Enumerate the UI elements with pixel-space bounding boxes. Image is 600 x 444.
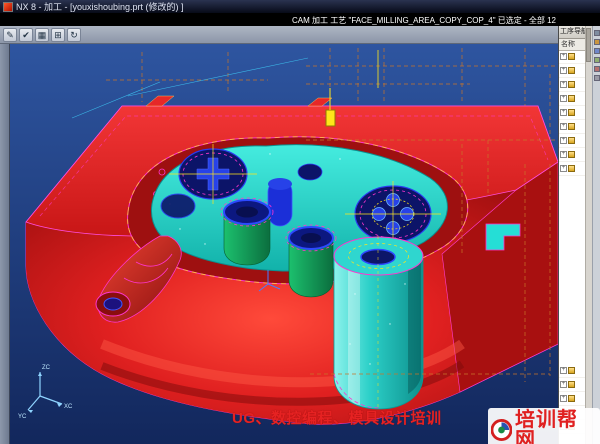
operation-icon — [568, 151, 575, 158]
operation-icon — [568, 109, 575, 116]
side-tab-icon-1[interactable] — [594, 30, 600, 36]
expander-icon[interactable]: + — [560, 381, 567, 388]
operation-icon — [568, 67, 575, 74]
navigator-row[interactable]: + — [559, 378, 586, 392]
expander-icon[interactable]: + — [560, 53, 567, 60]
triad-label-x: XC — [64, 404, 73, 410]
green-boss-2 — [286, 225, 336, 297]
left-toolbar-strip — [0, 44, 10, 444]
status-message: CAM 加工 工艺 "FACE_MILLING_AREA_COPY_COP_4"… — [292, 15, 556, 26]
navigator-row[interactable]: + — [559, 392, 586, 406]
navigator-row[interactable]: + — [559, 78, 586, 92]
green-boss-1 — [221, 198, 273, 265]
expander-icon[interactable]: + — [560, 81, 567, 88]
expander-icon[interactable]: + — [560, 137, 567, 144]
expander-icon[interactable]: + — [560, 67, 567, 74]
peixunbang-logo-icon — [491, 419, 512, 441]
nx-window: NX 8 - 加工 - [youxishoubing.prt (修改的) ] C… — [0, 0, 600, 444]
navigator-row[interactable]: + — [559, 120, 586, 134]
right-grip-cylinder — [334, 236, 423, 409]
expander-icon[interactable]: + — [560, 123, 567, 130]
expander-icon[interactable]: + — [560, 367, 567, 374]
operation-icon — [568, 81, 575, 88]
operation-icon — [568, 395, 575, 402]
navigator-top-rows: + + + + + + + + + — [559, 50, 586, 176]
title-bar: NX 8 - 加工 - [youxishoubing.prt (修改的) ] — [0, 0, 600, 13]
navigator-row[interactable]: + — [559, 50, 586, 64]
main-toolbar: ✎✔▦⊞↻ — [0, 26, 558, 44]
nx-logo-icon — [3, 2, 13, 12]
sketch-icon[interactable]: ✎ — [3, 28, 17, 42]
triad-label-y: YC — [18, 414, 27, 420]
check-icon[interactable]: ✔ — [19, 28, 33, 42]
operation-navigator-panel: 工序导航器 名称 +++++++++ +++++ — [558, 26, 592, 444]
operation-icon — [568, 381, 575, 388]
scrollbar-thumb[interactable] — [586, 28, 591, 62]
layers-icon[interactable]: ⊞ — [51, 28, 65, 42]
side-tab-icon-3[interactable] — [594, 48, 600, 54]
operation-icon — [568, 123, 575, 130]
expander-icon[interactable]: + — [560, 151, 567, 158]
expander-icon[interactable]: + — [560, 109, 567, 116]
side-tab-icon-6[interactable] — [594, 75, 600, 81]
operation-icon — [568, 95, 575, 102]
expander-icon[interactable]: + — [560, 165, 567, 172]
side-tab-icon-5[interactable] — [594, 66, 600, 72]
operation-icon — [568, 367, 575, 374]
right-strip — [592, 26, 600, 444]
navigator-row[interactable]: + — [559, 64, 586, 78]
navigator-row[interactable]: + — [559, 364, 586, 378]
status-message-bar: CAM 加工 工艺 "FACE_MILLING_AREA_COPY_COP_4"… — [0, 13, 600, 26]
navigator-row[interactable]: + — [559, 106, 586, 120]
refresh-icon[interactable]: ↻ — [67, 28, 81, 42]
side-tab-icon-2[interactable] — [594, 39, 600, 45]
expander-icon[interactable]: + — [560, 395, 567, 402]
watermark-text: UG、数控编程、模具设计培训 — [232, 407, 442, 428]
expander-icon[interactable]: + — [560, 95, 567, 102]
selected-feature-highlight — [326, 110, 335, 126]
operation-icon — [568, 165, 575, 172]
operation-icon — [568, 53, 575, 60]
side-tab-icon-4[interactable] — [594, 57, 600, 63]
navigator-row[interactable]: + — [559, 148, 586, 162]
operation-icon — [568, 137, 575, 144]
watermark-brand-text: 培训帮网 — [515, 410, 595, 444]
navigator-row[interactable]: + — [559, 134, 586, 148]
window-title: NX 8 - 加工 - [youxishoubing.prt (修改的) ] — [16, 0, 184, 13]
navigator-scrollbar[interactable] — [585, 26, 592, 444]
watermark-brand: 培训帮网 — [488, 408, 600, 444]
navigator-row[interactable]: + — [559, 162, 586, 176]
viewport-3d[interactable]: ZC XC YC — [10, 44, 558, 444]
grid-view-icon[interactable]: ▦ — [35, 28, 49, 42]
navigator-row[interactable]: + — [559, 92, 586, 106]
triad-label-z: ZC — [42, 365, 51, 371]
